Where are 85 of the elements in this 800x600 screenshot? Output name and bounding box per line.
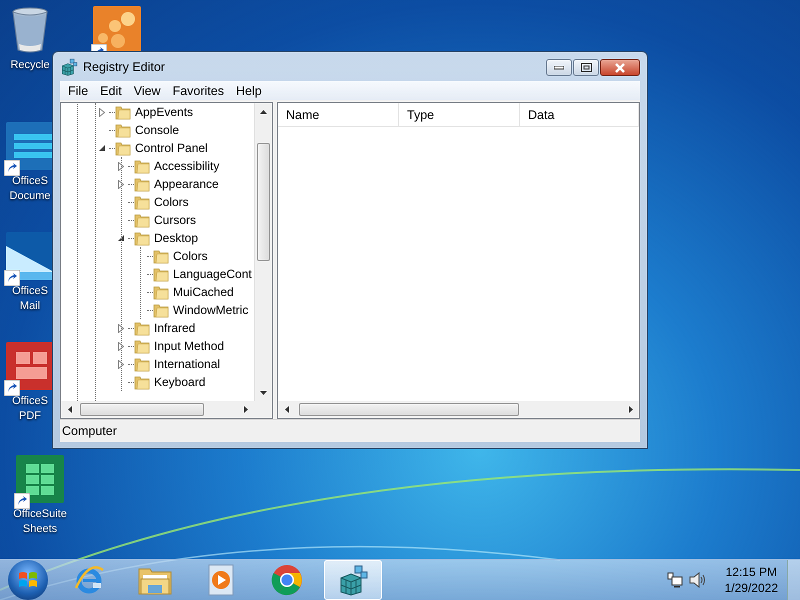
desktop-icon-label[interactable]: PDF: [19, 409, 41, 424]
tree-item[interactable]: Cursors: [154, 213, 196, 227]
tree-item[interactable]: Desktop: [154, 231, 198, 245]
tree-item[interactable]: Colors: [173, 249, 208, 263]
close-button[interactable]: [600, 59, 640, 76]
windows-logo-icon: [18, 570, 38, 590]
folder-icon: [153, 284, 169, 300]
menu-item[interactable]: View: [128, 84, 167, 98]
spreadsheet-app-icon: [16, 455, 64, 503]
tree-item[interactable]: LanguageCont: [173, 267, 252, 281]
folder-icon: [134, 374, 150, 390]
tree-item[interactable]: Accessibility: [154, 159, 220, 173]
tree-item[interactable]: Appearance: [154, 177, 219, 191]
column-header[interactable]: Type: [399, 103, 520, 126]
desktop-icon-label[interactable]: OfficeSuite: [13, 507, 67, 522]
status-bar-text: Computer: [62, 424, 117, 438]
scroll-up-arrow-icon[interactable]: [260, 110, 267, 114]
start-button[interactable]: [8, 560, 48, 600]
taskbar-button[interactable]: [324, 560, 382, 600]
horizontal-scrollbar[interactable]: [278, 401, 639, 418]
vertical-scrollbar[interactable]: [254, 103, 272, 401]
folder-icon: [134, 320, 150, 336]
folder-icon: [134, 338, 150, 354]
tree-item[interactable]: Input Method: [154, 339, 224, 353]
horizontal-scrollbar[interactable]: [61, 401, 272, 418]
minimize-icon: [554, 66, 564, 70]
desktop-icon-label[interactable]: Recycle: [10, 58, 50, 73]
menu-item[interactable]: Favorites: [166, 84, 230, 98]
tree-item[interactable]: WindowMetric: [173, 303, 248, 317]
tree-item[interactable]: International: [154, 357, 220, 371]
maximize-icon: [580, 63, 592, 72]
registry-cubes-icon: [60, 58, 78, 76]
desktop-icon-label[interactable]: Sheets: [22, 522, 58, 537]
folder-icon: [153, 248, 169, 264]
folder-icon: [134, 158, 150, 174]
tree-item[interactable]: MuiCached: [173, 285, 234, 299]
folder-icon: [134, 356, 150, 372]
folder-icon: [115, 104, 131, 120]
menu-item[interactable]: File: [62, 84, 94, 98]
tree-item[interactable]: AppEvents: [135, 105, 194, 119]
clock-date[interactable]: 1/29/2022: [724, 580, 778, 596]
desktop-icon-label[interactable]: OfficeS: [12, 174, 48, 189]
tree-item[interactable]: Keyboard: [154, 375, 206, 389]
expand-triangle-icon[interactable]: [99, 108, 105, 116]
folder-icon: [115, 140, 131, 156]
close-icon: [614, 62, 626, 72]
scroll-right-arrow-icon[interactable]: [244, 406, 248, 413]
desktop-icon-label[interactable]: Docume: [10, 189, 50, 204]
collapse-triangle-icon[interactable]: [98, 144, 106, 152]
minimize-button[interactable]: [546, 59, 572, 76]
document-app-icon: [6, 122, 54, 170]
chrome-browser-icon: [271, 564, 303, 596]
scroll-left-arrow-icon[interactable]: [284, 406, 288, 413]
menu-item[interactable]: Edit: [94, 84, 128, 98]
desktop-icon-label[interactable]: OfficeS: [12, 284, 48, 299]
folder-icon: [134, 194, 150, 210]
folder-icon: [134, 212, 150, 228]
window-title: Registry Editor: [83, 60, 166, 74]
mail-app-icon: [6, 232, 54, 280]
desktop-icon-label[interactable]: Mail: [20, 299, 40, 314]
browser-e-icon: [73, 564, 105, 596]
pdf-app-icon: [6, 342, 54, 390]
folder-icon: [134, 230, 150, 246]
tree-item[interactable]: Control Panel: [135, 141, 208, 155]
folder-icon: [115, 122, 131, 138]
menu-item[interactable]: Help: [230, 84, 268, 98]
recycle-bin-icon: [10, 6, 50, 54]
tree-item[interactable]: Infrared: [154, 321, 196, 335]
maximize-button[interactable]: [573, 59, 599, 76]
clock-time[interactable]: 12:15 PM: [726, 564, 777, 580]
collapse-triangle-icon[interactable]: [118, 234, 124, 242]
volume-icon[interactable]: [688, 572, 707, 588]
scroll-right-arrow-icon[interactable]: [628, 406, 632, 413]
media-player-icon: [206, 564, 236, 596]
tree-item[interactable]: Console: [135, 123, 180, 137]
folder-icon: [134, 176, 150, 192]
desktop-icon-label[interactable]: OfficeS: [12, 394, 48, 409]
tree-item[interactable]: Colors: [154, 195, 189, 209]
network-icon[interactable]: [666, 572, 683, 588]
column-header[interactable]: Name: [278, 103, 399, 126]
scroll-down-arrow-icon[interactable]: [260, 390, 267, 394]
column-header[interactable]: Data: [520, 103, 639, 126]
scroll-left-arrow-icon[interactable]: [68, 406, 72, 413]
folder-icon: [153, 302, 169, 318]
folder-icon: [153, 266, 169, 282]
